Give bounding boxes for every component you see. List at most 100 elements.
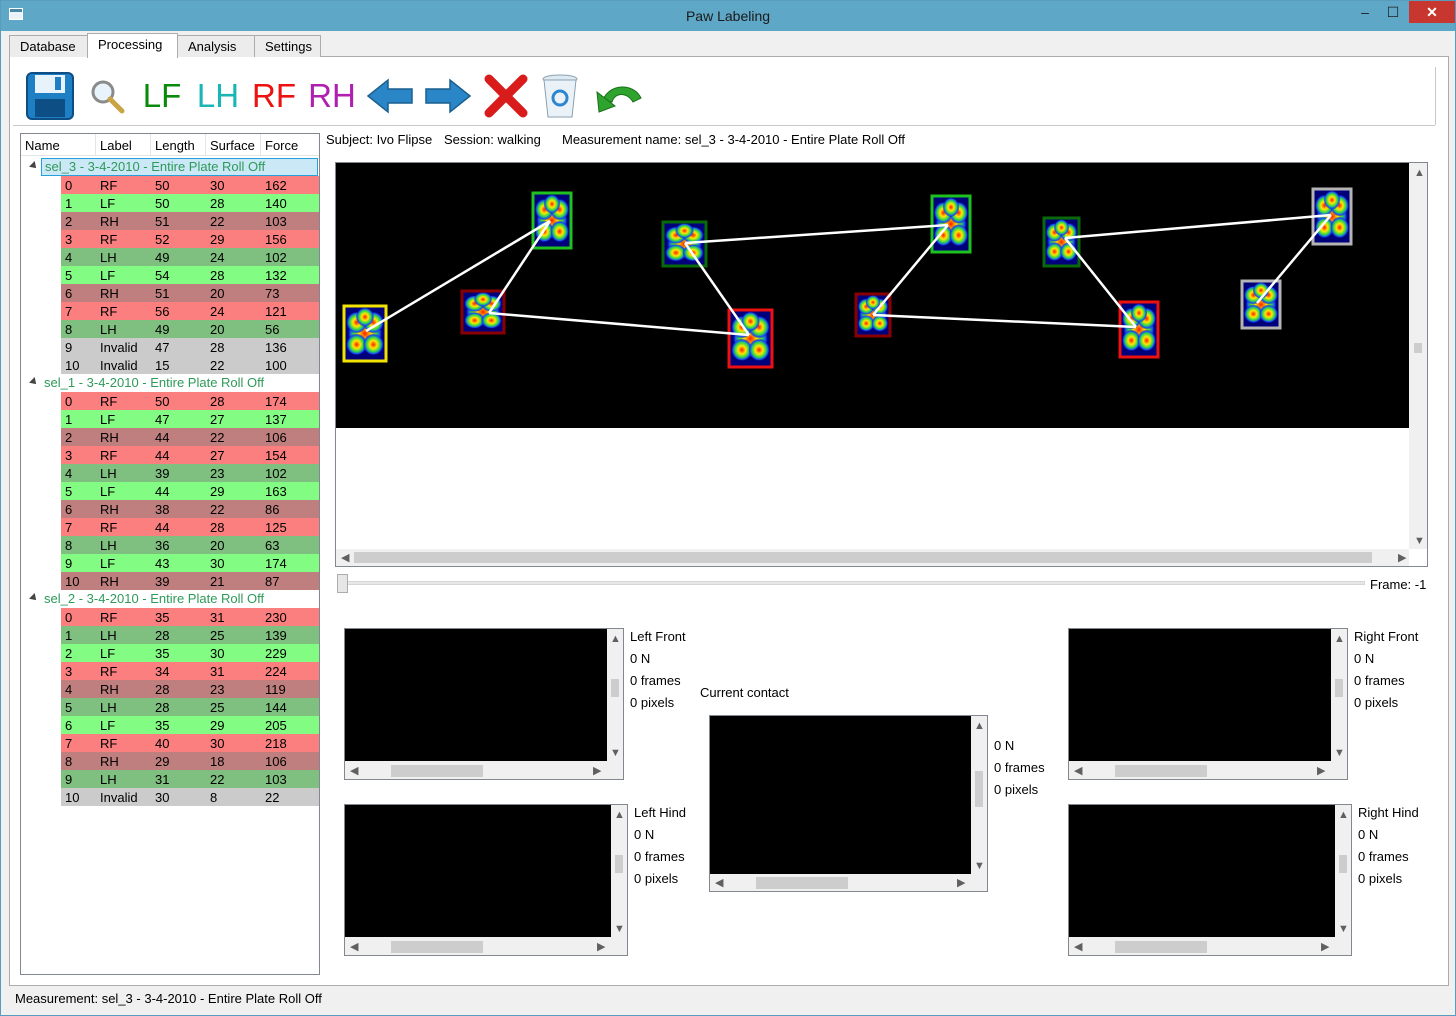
- table-row[interactable]: 2 LF 35 30 229: [61, 644, 319, 662]
- table-row[interactable]: 0 RF 35 31 230: [61, 608, 319, 626]
- chevron-left-icon[interactable]: ◀: [350, 941, 358, 953]
- table-row[interactable]: 3 RF 34 31 224: [61, 662, 319, 680]
- scroll-thumb[interactable]: [354, 552, 1372, 563]
- scroll-thumb[interactable]: [1414, 343, 1422, 353]
- measurement-tree[interactable]: Name Label Length Surface Force sel_3 - …: [20, 133, 320, 975]
- label-rh-button[interactable]: RH: [307, 69, 357, 123]
- chevron-right-icon[interactable]: ▶: [593, 765, 601, 777]
- search-button[interactable]: [87, 69, 127, 123]
- save-button[interactable]: [23, 69, 77, 123]
- chevron-right-icon[interactable]: ▶: [1317, 765, 1325, 777]
- minimize-button[interactable]: –: [1351, 1, 1379, 23]
- tree-group[interactable]: sel_3 - 3-4-2010 - Entire Plate Roll Off: [21, 158, 319, 176]
- table-row[interactable]: 4 LH 39 23 102: [61, 464, 319, 482]
- table-row[interactable]: 7 RF 40 30 218: [61, 734, 319, 752]
- table-row[interactable]: 3 RF 44 27 154: [61, 446, 319, 464]
- col-surface[interactable]: Surface: [210, 138, 255, 153]
- table-row[interactable]: 7 RF 56 24 121: [61, 302, 319, 320]
- previous-button[interactable]: [365, 69, 415, 123]
- chevron-right-icon[interactable]: ▶: [957, 877, 965, 889]
- table-row[interactable]: 10 Invalid 15 22 100: [61, 356, 319, 374]
- chevron-left-icon[interactable]: ◀: [715, 877, 723, 889]
- col-name[interactable]: Name: [25, 138, 60, 153]
- table-row[interactable]: 0 RF 50 28 174: [61, 392, 319, 410]
- chevron-down-icon[interactable]: ▼: [614, 923, 625, 935]
- chevron-down-icon[interactable]: ▼: [1338, 923, 1349, 935]
- expand-triangle-icon[interactable]: [29, 593, 39, 603]
- label-lf-button[interactable]: LF: [139, 69, 185, 123]
- tab-settings[interactable]: Settings: [254, 35, 321, 57]
- table-row[interactable]: 5 LH 28 25 144: [61, 698, 319, 716]
- tab-database[interactable]: Database: [9, 35, 88, 57]
- maximize-button[interactable]: ☐: [1379, 1, 1407, 23]
- chevron-up-icon[interactable]: ▲: [974, 720, 985, 732]
- table-row[interactable]: 9 Invalid 47 28 136: [61, 338, 319, 356]
- table-row[interactable]: 7 RF 44 28 125: [61, 518, 319, 536]
- table-row[interactable]: 4 LH 49 24 102: [61, 248, 319, 266]
- table-row[interactable]: 2 RH 44 22 106: [61, 428, 319, 446]
- left-front-view[interactable]: ▲ ▼ ◀ ▶: [344, 628, 624, 780]
- chevron-left-icon[interactable]: ◀: [350, 765, 358, 777]
- tree-group[interactable]: sel_1 - 3-4-2010 - Entire Plate Roll Off: [21, 374, 319, 392]
- table-row[interactable]: 10 Invalid 30 8 22: [61, 788, 319, 806]
- col-label[interactable]: Label: [100, 138, 132, 153]
- right-front-view[interactable]: ▲ ▼ ◀ ▶: [1068, 628, 1348, 780]
- table-row[interactable]: 6 LF 35 29 205: [61, 716, 319, 734]
- plate-vertical-scrollbar[interactable]: ▲ ▼: [1409, 163, 1427, 549]
- slider-knob[interactable]: [337, 574, 348, 593]
- col-force[interactable]: Force: [265, 138, 298, 153]
- chevron-left-icon[interactable]: ◀: [341, 552, 349, 564]
- chevron-right-icon[interactable]: ▶: [1398, 552, 1406, 564]
- table-row[interactable]: 8 LH 36 20 63: [61, 536, 319, 554]
- expand-triangle-icon[interactable]: [29, 377, 39, 387]
- close-button[interactable]: ✕: [1409, 1, 1455, 23]
- tab-processing[interactable]: Processing: [87, 33, 178, 58]
- frame-slider[interactable]: [335, 574, 1365, 593]
- chevron-left-icon[interactable]: ◀: [1074, 941, 1082, 953]
- plate-horizontal-scrollbar[interactable]: ◀ ▶: [336, 549, 1409, 566]
- table-row[interactable]: 5 LF 54 28 132: [61, 266, 319, 284]
- chevron-up-icon[interactable]: ▲: [614, 809, 625, 821]
- chevron-up-icon[interactable]: ▲: [610, 633, 621, 645]
- table-row[interactable]: 3 RF 52 29 156: [61, 230, 319, 248]
- table-row[interactable]: 1 LH 28 25 139: [61, 626, 319, 644]
- chevron-right-icon[interactable]: ▶: [1321, 941, 1329, 953]
- left-hind-view[interactable]: ▲ ▼ ◀ ▶: [344, 804, 628, 956]
- col-length[interactable]: Length: [155, 138, 195, 153]
- label-lh-button[interactable]: LH: [195, 69, 241, 123]
- table-row[interactable]: 5 LF 44 29 163: [61, 482, 319, 500]
- chevron-down-icon[interactable]: ▼: [1334, 747, 1345, 759]
- chevron-down-icon[interactable]: ▼: [1414, 535, 1425, 547]
- table-row[interactable]: 0 RF 50 30 162: [61, 176, 319, 194]
- table-row[interactable]: 9 LF 43 30 174: [61, 554, 319, 572]
- chevron-up-icon[interactable]: ▲: [1334, 633, 1345, 645]
- chevron-up-icon[interactable]: ▲: [1414, 167, 1425, 179]
- tab-analysis[interactable]: Analysis: [177, 35, 255, 57]
- label-rf-button[interactable]: RF: [251, 69, 297, 123]
- table-row[interactable]: 10 RH 39 21 87: [61, 572, 319, 590]
- chevron-left-icon[interactable]: ◀: [1074, 765, 1082, 777]
- table-row[interactable]: 2 RH 51 22 103: [61, 212, 319, 230]
- undo-button[interactable]: [593, 69, 647, 123]
- chevron-right-icon[interactable]: ▶: [597, 941, 605, 953]
- right-hind-view[interactable]: ▲ ▼ ◀ ▶: [1068, 804, 1352, 956]
- table-row[interactable]: 1 LF 47 27 137: [61, 410, 319, 428]
- table-row[interactable]: 6 RH 51 20 73: [61, 284, 319, 302]
- recycle-bin-button[interactable]: [537, 69, 583, 123]
- plate-view[interactable]: ▲ ▼ ◀ ▶: [335, 162, 1428, 567]
- chevron-down-icon[interactable]: ▼: [610, 747, 621, 759]
- current-contact-view[interactable]: ▲ ▼ ◀ ▶: [709, 715, 988, 892]
- chevron-up-icon[interactable]: ▲: [1338, 809, 1349, 821]
- next-button[interactable]: [423, 69, 473, 123]
- pressure-plate-canvas[interactable]: [336, 163, 1409, 428]
- delete-button[interactable]: [481, 69, 531, 123]
- table-row[interactable]: 6 RH 38 22 86: [61, 500, 319, 518]
- table-row[interactable]: 1 LF 50 28 140: [61, 194, 319, 212]
- table-row[interactable]: 4 RH 28 23 119: [61, 680, 319, 698]
- expand-triangle-icon[interactable]: [29, 161, 39, 171]
- table-row[interactable]: 8 RH 29 18 106: [61, 752, 319, 770]
- table-row[interactable]: 9 LH 31 22 103: [61, 770, 319, 788]
- tree-group[interactable]: sel_2 - 3-4-2010 - Entire Plate Roll Off: [21, 590, 319, 608]
- table-row[interactable]: 8 LH 49 20 56: [61, 320, 319, 338]
- chevron-down-icon[interactable]: ▼: [974, 860, 985, 872]
